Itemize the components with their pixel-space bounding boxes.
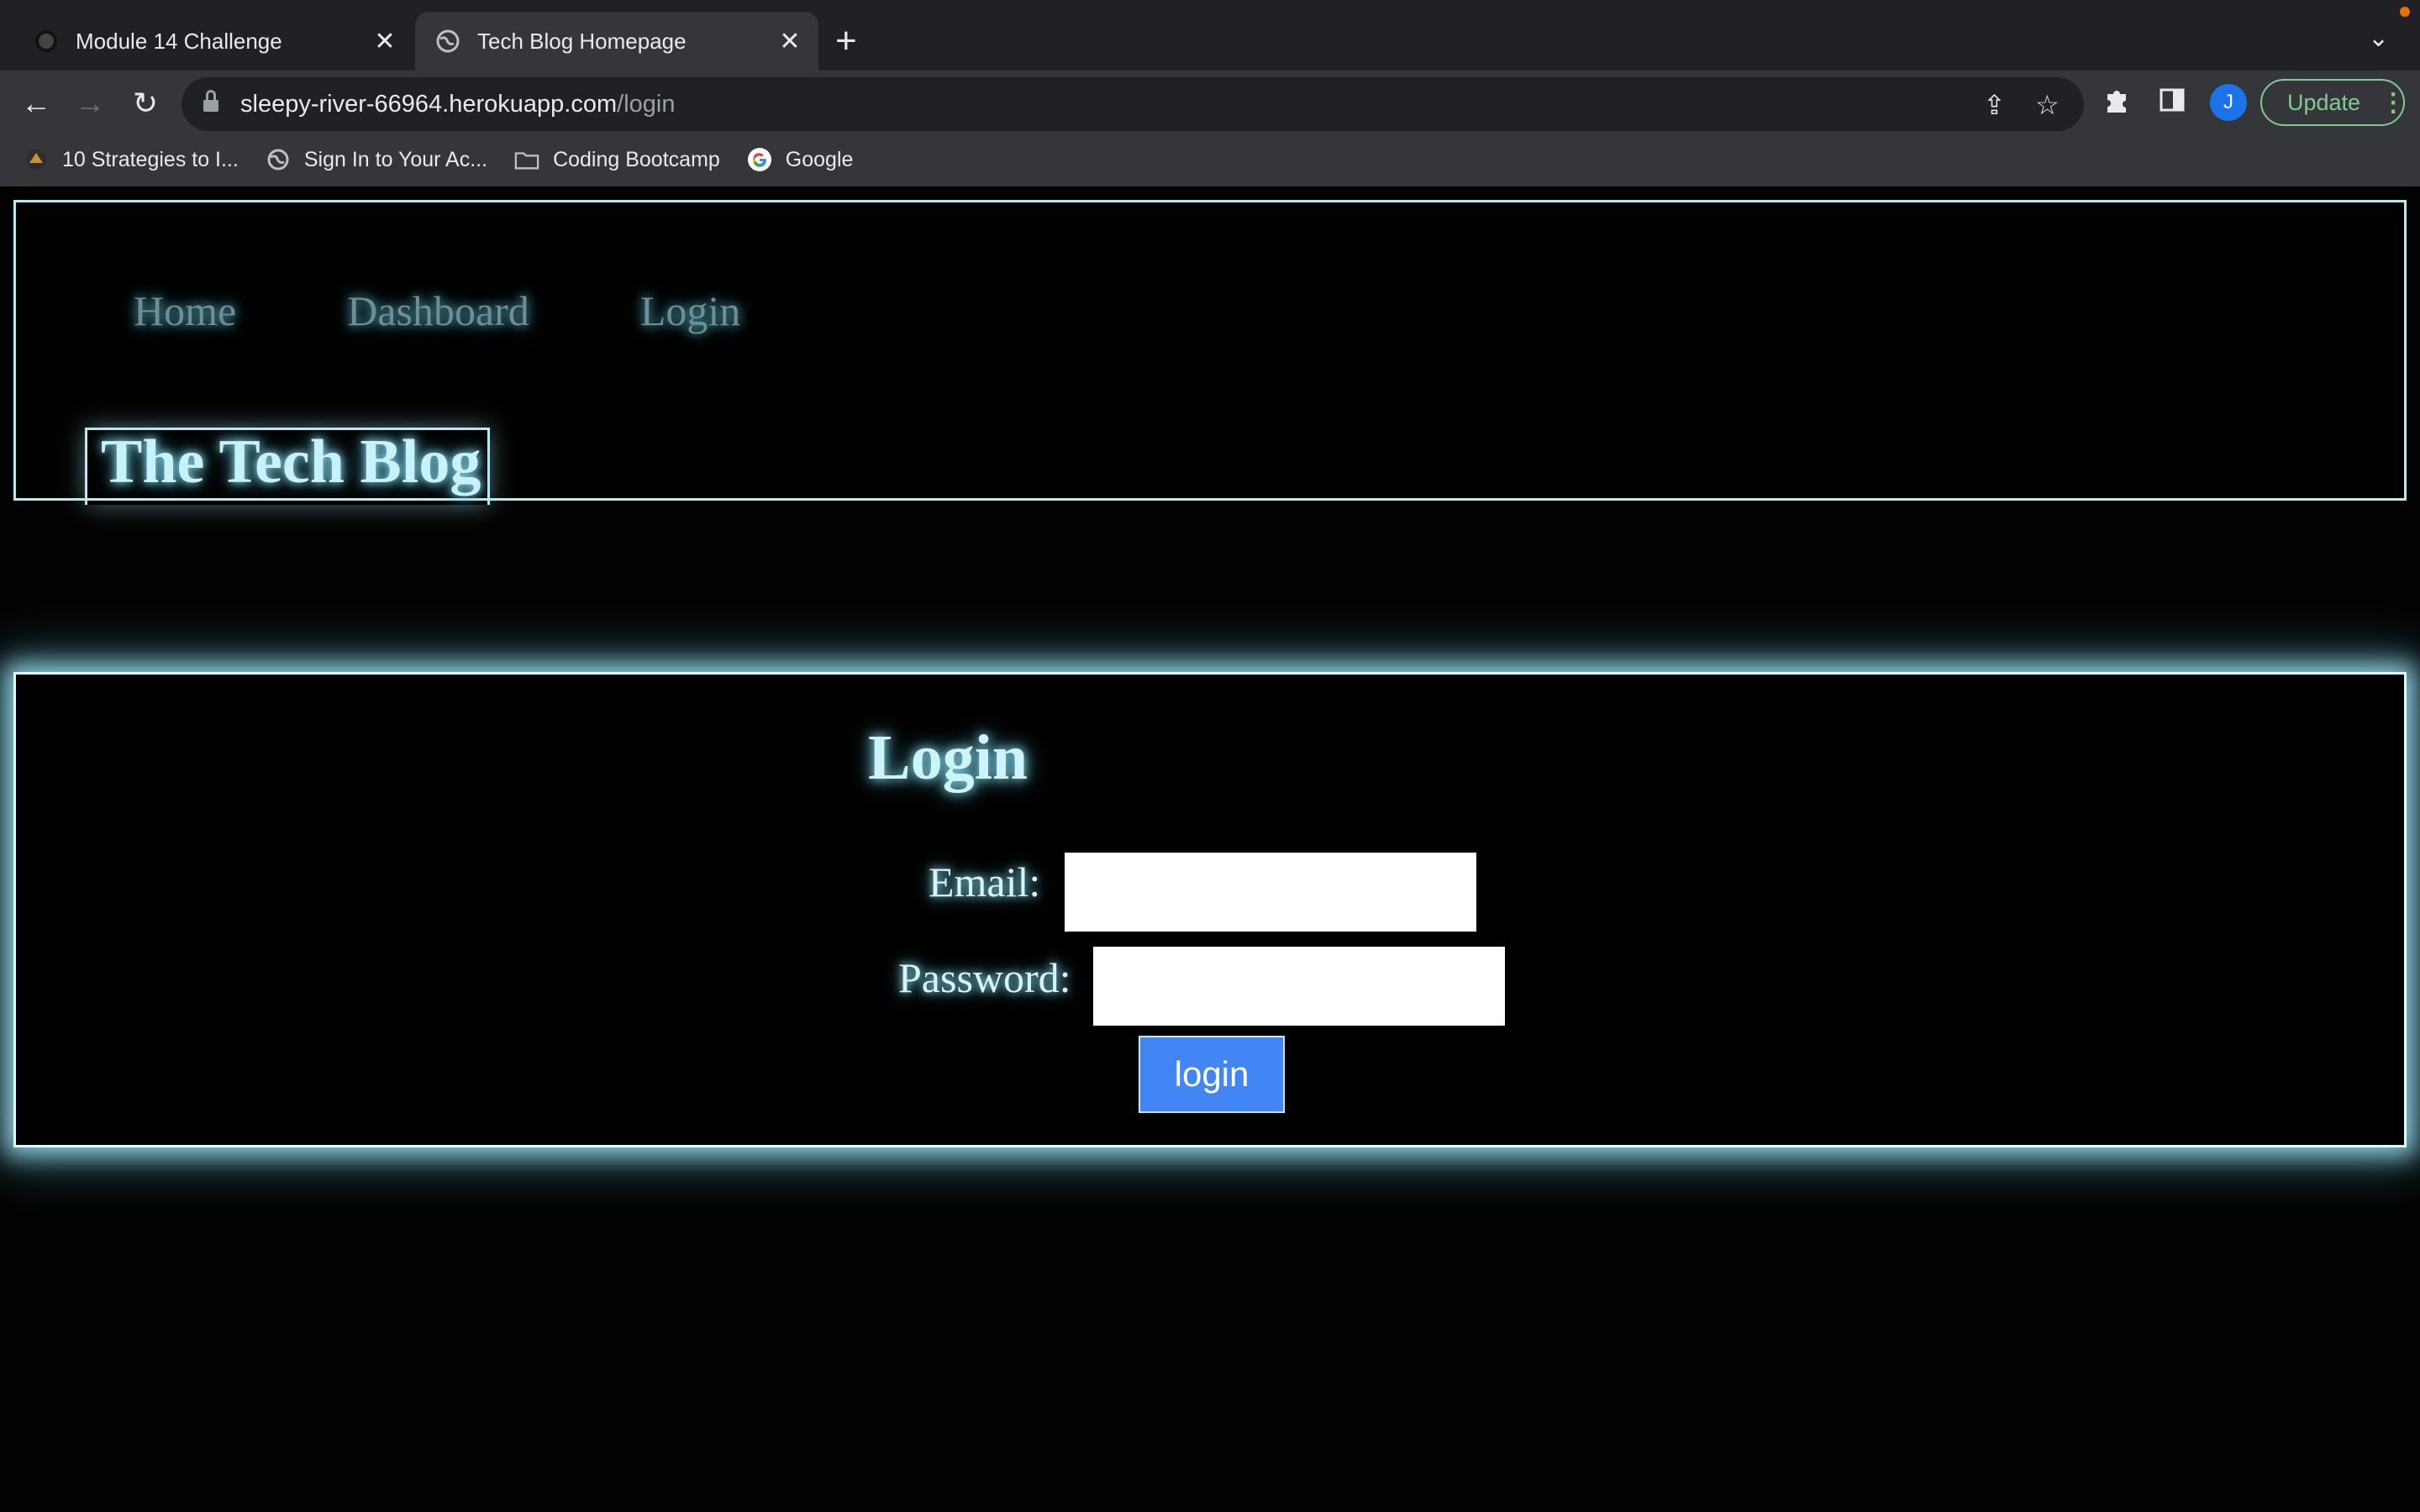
site-brand: The Tech Blog [85, 428, 490, 505]
url-path: /login [617, 90, 676, 118]
tab-search-chevron-icon[interactable]: ⌄ [2368, 24, 2389, 53]
globe-icon [266, 147, 291, 172]
bookmark-google[interactable]: Google [747, 147, 854, 172]
bookmark-label: Google [785, 147, 854, 171]
update-button[interactable]: Update ⋮ [2260, 79, 2406, 126]
url-host: sleepy-river-66964.herokuapp.com [240, 90, 618, 118]
tab-strip: Module 14 Challenge ✕ Tech Blog Homepage… [0, 0, 2420, 71]
tab-tech-blog-homepage[interactable]: Tech Blog Homepage ✕ [415, 12, 818, 71]
login-button[interactable]: login [1139, 1036, 1285, 1113]
bookmark-label: Coding Bootcamp [553, 147, 720, 171]
password-label: Password: [898, 954, 1071, 1001]
bookmark-strategies[interactable]: 10 Strategies to I... [24, 147, 239, 172]
bookmark-sign-in[interactable]: Sign In to Your Ac... [266, 147, 487, 172]
main-nav: Home Dashboard Login [134, 286, 851, 335]
more-menu-icon[interactable]: ⋮ [2381, 88, 2406, 118]
new-tab-button[interactable]: + [835, 20, 857, 62]
nav-link-login[interactable]: Login [640, 286, 740, 335]
tab-title: Module 14 Challenge [76, 28, 282, 54]
bookmark-star-icon[interactable]: ☆ [2035, 89, 2060, 121]
profile-avatar[interactable]: J [2210, 84, 2247, 121]
email-field[interactable] [1065, 853, 1476, 932]
nav-link-home[interactable]: Home [134, 286, 236, 335]
tab-module-14-challenge[interactable]: Module 14 Challenge ✕ [13, 12, 413, 71]
email-label: Email: [929, 858, 1041, 906]
notification-dot [2400, 7, 2410, 17]
folder-icon [514, 147, 539, 172]
bookmark-label: 10 Strategies to I... [62, 147, 239, 171]
login-heading: Login [868, 722, 1028, 793]
github-icon [34, 29, 59, 54]
login-form-card: Login Email: Password: login [13, 672, 2407, 1147]
password-field[interactable] [1093, 947, 1505, 1026]
bookmarks-bar: 10 Strategies to I... Sign In to Your Ac… [0, 134, 2420, 185]
lock-icon[interactable] [203, 90, 218, 113]
nav-link-dashboard[interactable]: Dashboard [347, 286, 529, 335]
side-panel-icon[interactable] [2158, 86, 2186, 122]
site-icon [24, 147, 49, 172]
reload-icon[interactable]: ↻ [124, 86, 166, 121]
page-content: Home Dashboard Login The Tech Blog Login… [0, 186, 2420, 1512]
update-label: Update [2287, 89, 2361, 115]
tab-title: Tech Blog Homepage [477, 28, 687, 54]
tab-close-icon[interactable]: ✕ [773, 27, 807, 56]
google-icon [747, 147, 772, 172]
address-bar[interactable]: sleepy-river-66964.herokuapp.com/login ⇪… [182, 77, 2084, 131]
share-icon[interactable]: ⇪ [1983, 89, 2006, 121]
site-title: The Tech Blog [101, 428, 481, 496]
tab-close-icon[interactable]: ✕ [368, 27, 402, 56]
site-header: Home Dashboard Login The Tech Blog [13, 200, 2407, 505]
bookmark-coding-bootcamp[interactable]: Coding Bootcamp [514, 147, 720, 172]
browser-toolbar: ← → ↻ sleepy-river-66964.herokuapp.com/l… [0, 71, 2420, 257]
globe-icon [435, 29, 460, 54]
extensions-puzzle-icon[interactable] [2102, 86, 2131, 122]
forward-arrow-icon[interactable]: → [69, 86, 111, 121]
back-arrow-icon[interactable]: ← [15, 86, 57, 121]
bookmark-label: Sign In to Your Ac... [303, 147, 488, 171]
